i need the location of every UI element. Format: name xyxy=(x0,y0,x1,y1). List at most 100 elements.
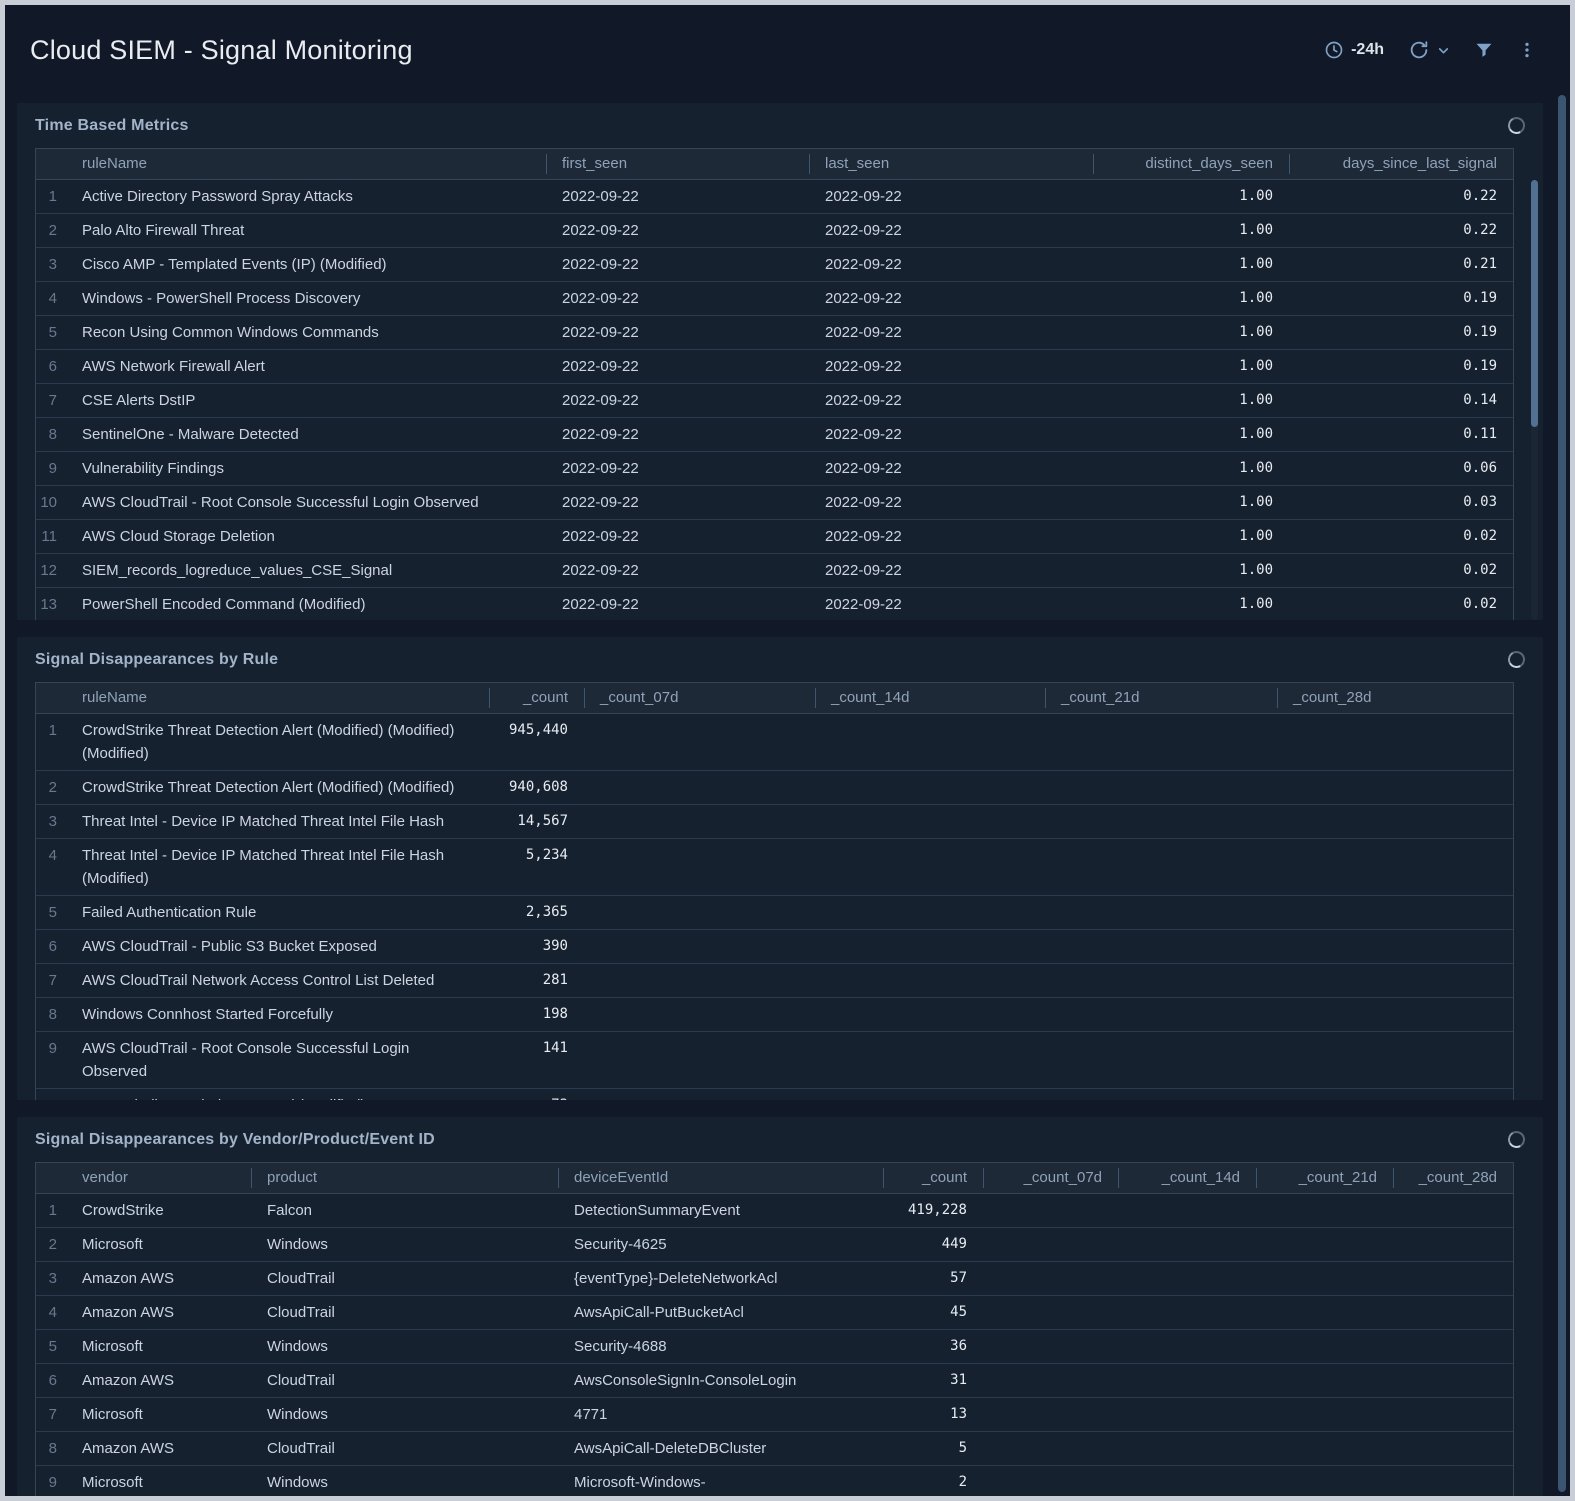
clock-icon xyxy=(1324,40,1344,60)
table-row[interactable]: 4Threat Intel - Device IP Matched Threat… xyxy=(36,839,1513,896)
table-cell: 10 xyxy=(36,1089,66,1100)
filter-icon xyxy=(1474,40,1494,60)
column-header-rulename[interactable]: ruleName xyxy=(66,683,489,714)
vendor-disappearances-table: vendor product deviceEventId _count _cou… xyxy=(35,1162,1514,1496)
table-scrollbar[interactable] xyxy=(1531,180,1538,620)
table-cell: CSE Alerts DstIP xyxy=(66,384,546,418)
table-row[interactable]: 8Amazon AWSCloudTrailAwsApiCall-DeleteDB… xyxy=(36,1432,1513,1466)
column-header-count-07d[interactable]: _count_07d xyxy=(983,1163,1118,1194)
table-row[interactable]: 7CSE Alerts DstIP2022-09-222022-09-221.0… xyxy=(36,384,1513,418)
column-header-count-28d[interactable]: _count_28d xyxy=(1393,1163,1513,1194)
table-row[interactable]: 12SIEM_records_logreduce_values_CSE_Sign… xyxy=(36,554,1513,588)
dashboard-header: Cloud SIEM - Signal Monitoring -24h xyxy=(5,5,1570,103)
table-row[interactable]: 3Threat Intel - Device IP Matched Threat… xyxy=(36,805,1513,839)
more-options-button[interactable] xyxy=(1518,40,1536,60)
table-cell: Amazon AWS xyxy=(66,1432,251,1466)
table-row[interactable]: 2Palo Alto Firewall Threat2022-09-222022… xyxy=(36,214,1513,248)
vendor-disappearances-table-wrap: vendor product deviceEventId _count _cou… xyxy=(35,1162,1525,1496)
table-row[interactable]: 5Recon Using Common Windows Commands2022… xyxy=(36,316,1513,350)
table-cell xyxy=(584,1032,815,1089)
column-header-count-28d[interactable]: _count_28d xyxy=(1277,683,1513,714)
table-cell: 6 xyxy=(36,930,66,964)
column-header-index xyxy=(36,1163,66,1194)
table-row[interactable]: 3Amazon AWSCloudTrail{eventType}-DeleteN… xyxy=(36,1262,1513,1296)
scrollbar-thumb[interactable] xyxy=(1531,180,1538,427)
table-cell: Amazon AWS xyxy=(66,1364,251,1398)
table-row[interactable]: 9Vulnerability Findings2022-09-222022-09… xyxy=(36,452,1513,486)
table-row[interactable]: 6Amazon AWSCloudTrailAwsConsoleSignIn-Co… xyxy=(36,1364,1513,1398)
table-row[interactable]: 1Active Directory Password Spray Attacks… xyxy=(36,180,1513,214)
table-row[interactable]: 3Cisco AMP - Templated Events (IP) (Modi… xyxy=(36,248,1513,282)
table-cell: Security-4625 xyxy=(558,1228,883,1262)
column-header-device-event-id[interactable]: deviceEventId xyxy=(558,1163,883,1194)
column-header-last-seen[interactable]: last_seen xyxy=(809,149,1093,180)
column-header-count-07d[interactable]: _count_07d xyxy=(584,683,815,714)
table-row[interactable]: 7AWS CloudTrail Network Access Control L… xyxy=(36,964,1513,998)
table-row[interactable]: 6AWS Network Firewall Alert2022-09-22202… xyxy=(36,350,1513,384)
table-cell: Windows Connhost Started Forcefully xyxy=(66,998,489,1032)
table-cell: 0.02 xyxy=(1289,588,1513,620)
table-cell: 2 xyxy=(36,771,66,805)
table-row[interactable]: 10PowerShell Encoded Command (Modified)7… xyxy=(36,1089,1513,1100)
table-row[interactable]: 8Windows Connhost Started Forcefully198 xyxy=(36,998,1513,1032)
column-header-count[interactable]: _count xyxy=(489,683,584,714)
table-row[interactable]: 7MicrosoftWindows477113 xyxy=(36,1398,1513,1432)
table-cell: CrowdStrike Threat Detection Alert (Modi… xyxy=(66,771,489,805)
refresh-button[interactable] xyxy=(1408,39,1450,61)
panel-title: Signal Disappearances by Rule xyxy=(35,651,1525,669)
table-row[interactable]: 5Failed Authentication Rule2,365 xyxy=(36,896,1513,930)
filter-button[interactable] xyxy=(1474,40,1494,60)
table-cell: 45 xyxy=(883,1296,983,1330)
table-row[interactable]: 13PowerShell Encoded Command (Modified)2… xyxy=(36,588,1513,620)
table-cell xyxy=(1277,805,1513,839)
column-header-count-21d[interactable]: _count_21d xyxy=(1045,683,1277,714)
table-cell: 5 xyxy=(883,1432,983,1466)
column-header-vendor[interactable]: vendor xyxy=(66,1163,251,1194)
table-cell xyxy=(1045,1089,1277,1100)
table-cell xyxy=(1045,896,1277,930)
column-header-count-14d[interactable]: _count_14d xyxy=(815,683,1045,714)
table-row[interactable]: 2CrowdStrike Threat Detection Alert (Mod… xyxy=(36,771,1513,805)
table-cell xyxy=(584,771,815,805)
table-cell: 2022-09-22 xyxy=(809,248,1093,282)
column-header-rulename[interactable]: ruleName xyxy=(66,149,546,180)
column-header-product[interactable]: product xyxy=(251,1163,558,1194)
table-row[interactable]: 1CrowdStrike Threat Detection Alert (Mod… xyxy=(36,714,1513,771)
table-cell: {eventType}-DeleteNetworkAcl xyxy=(558,1262,883,1296)
table-row[interactable]: 8SentinelOne - Malware Detected2022-09-2… xyxy=(36,418,1513,452)
column-header-count-14d[interactable]: _count_14d xyxy=(1118,1163,1256,1194)
table-row[interactable]: 11AWS Cloud Storage Deletion2022-09-2220… xyxy=(36,520,1513,554)
table-cell: Microsoft xyxy=(66,1228,251,1262)
table-row[interactable]: 6AWS CloudTrail - Public S3 Bucket Expos… xyxy=(36,930,1513,964)
table-cell xyxy=(1393,1330,1513,1364)
table-cell: 1.00 xyxy=(1093,350,1289,384)
table-row[interactable]: 9AWS CloudTrail - Root Console Successfu… xyxy=(36,1032,1513,1089)
table-cell: Failed Authentication Rule xyxy=(66,896,489,930)
kebab-menu-icon xyxy=(1518,40,1536,60)
table-row[interactable]: 10AWS CloudTrail - Root Console Successf… xyxy=(36,486,1513,520)
table-row[interactable]: 5MicrosoftWindowsSecurity-468836 xyxy=(36,1330,1513,1364)
table-cell xyxy=(1118,1262,1256,1296)
table-cell: AWS CloudTrail - Public S3 Bucket Expose… xyxy=(66,930,489,964)
column-header-count[interactable]: _count xyxy=(883,1163,983,1194)
time-range-button[interactable]: -24h xyxy=(1324,40,1384,60)
page-scrollbar[interactable] xyxy=(1553,95,1570,1496)
rule-disappearances-table-wrap: ruleName _count _count_07d _count_14d _c… xyxy=(35,682,1525,1100)
column-header-days-since-last-signal[interactable]: days_since_last_signal xyxy=(1289,149,1513,180)
column-header-first-seen[interactable]: first_seen xyxy=(546,149,809,180)
table-row[interactable]: 9MicrosoftWindowsMicrosoft-Windows-2 xyxy=(36,1466,1513,1496)
refresh-icon xyxy=(1408,39,1430,61)
table-row[interactable]: 2MicrosoftWindowsSecurity-4625449 xyxy=(36,1228,1513,1262)
table-row[interactable]: 4Windows - PowerShell Process Discovery2… xyxy=(36,282,1513,316)
table-row[interactable]: 1CrowdStrikeFalconDetectionSummaryEvent4… xyxy=(36,1194,1513,1228)
table-cell xyxy=(1277,771,1513,805)
table-cell xyxy=(1256,1364,1393,1398)
table-cell xyxy=(584,1089,815,1100)
page-scrollbar-thumb[interactable] xyxy=(1558,95,1566,1492)
table-cell xyxy=(815,1089,1045,1100)
column-header-count-21d[interactable]: _count_21d xyxy=(1256,1163,1393,1194)
table-row[interactable]: 4Amazon AWSCloudTrailAwsApiCall-PutBucke… xyxy=(36,1296,1513,1330)
table-cell: 73 xyxy=(489,1089,584,1100)
table-cell xyxy=(983,1398,1118,1432)
column-header-distinct-days-seen[interactable]: distinct_days_seen xyxy=(1093,149,1289,180)
